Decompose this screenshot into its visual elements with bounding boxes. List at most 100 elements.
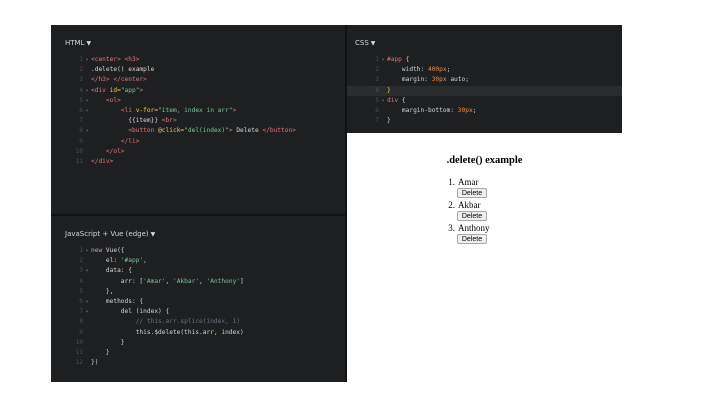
js-pane-title: JavaScript + Vue (edge) bbox=[65, 230, 149, 238]
line-number: 2 bbox=[79, 257, 83, 265]
code-token: this.$delete(this.arr, index) bbox=[91, 328, 244, 336]
code-line[interactable]: 11 </div> bbox=[51, 157, 345, 167]
code-line[interactable]: 8 // this.arr.splice(index, 1) bbox=[51, 317, 345, 327]
code-line[interactable]: 4 ▾ <div id="app"> bbox=[51, 86, 345, 96]
result-heading: .delete() example bbox=[446, 155, 523, 166]
line-number: 1 bbox=[79, 56, 83, 63]
code-line[interactable]: 10 </ol> bbox=[51, 147, 345, 157]
code-token: <center> bbox=[91, 56, 121, 63]
code-token: 30px bbox=[457, 106, 473, 114]
code-token: <ol> bbox=[105, 96, 121, 104]
line-number: 9 bbox=[79, 137, 83, 145]
delete-button[interactable]: Delete bbox=[457, 188, 487, 198]
fold-arrow-icon[interactable]: ▾ bbox=[83, 297, 91, 307]
code-line[interactable]: 5 ▾ div { bbox=[347, 96, 622, 106]
code-token: 'Anthony' bbox=[206, 277, 241, 285]
js-code-editor[interactable]: 1 ▾ new Vue({2 el: '#app', 3 ▾ data: {4 arr:… bbox=[51, 246, 345, 382]
line-number: 12 bbox=[75, 359, 83, 367]
code-token: el: bbox=[91, 257, 121, 265]
code-line[interactable]: 10 } bbox=[51, 338, 345, 348]
line-number: 3 bbox=[79, 76, 83, 84]
code-line[interactable]: 3 ▾ data: { bbox=[51, 266, 345, 276]
list-item-number: 3. bbox=[448, 223, 455, 233]
fold-arrow-icon[interactable]: ▾ bbox=[83, 266, 91, 276]
fold-arrow-icon[interactable]: ▾ bbox=[379, 55, 387, 65]
code-line[interactable]: 2 .delete() example bbox=[51, 65, 345, 75]
code-line[interactable]: 7} bbox=[347, 116, 622, 126]
code-token: , bbox=[199, 277, 207, 285]
fold-arrow-icon[interactable]: ▾ bbox=[83, 86, 91, 96]
code-line[interactable]: 8 ▾ <button @click="del(index)"> Delete <… bbox=[51, 126, 345, 136]
delete-button[interactable]: Delete bbox=[457, 211, 487, 221]
code-line[interactable]: 5 ▾ <ol> bbox=[51, 96, 345, 106]
line-number: 2 bbox=[79, 66, 83, 74]
code-line[interactable]: 6 ▾ <li v-for="item, index in arr"> bbox=[51, 106, 345, 116]
line-number: 4 bbox=[375, 86, 379, 94]
line-number: 3 bbox=[375, 76, 379, 84]
code-token: > bbox=[232, 106, 237, 114]
code-token: } bbox=[387, 86, 391, 94]
line-number: 10 bbox=[75, 338, 83, 346]
code-line[interactable]: 12}) bbox=[51, 358, 345, 368]
code-line[interactable]: 2 width: 400px; bbox=[347, 65, 622, 75]
horizontal-resize-handle[interactable] bbox=[51, 214, 345, 216]
code-token: '#app' bbox=[120, 257, 144, 265]
code-line[interactable]: 7 {{item}} <br> bbox=[51, 116, 345, 126]
fold-arrow-icon[interactable]: ▾ bbox=[83, 246, 91, 256]
code-line[interactable]: 11 } bbox=[51, 348, 345, 358]
code-line[interactable]: 7 ▾ del (index) { bbox=[51, 307, 345, 317]
code-token: , bbox=[143, 257, 147, 265]
code-token: margin: bbox=[387, 76, 432, 84]
code-token: } bbox=[91, 338, 125, 346]
css-pane[interactable]: CSS ▼ 1 ▾ #app {2 width: 400px; 3 margin: 30… bbox=[347, 25, 622, 133]
fold-arrow-icon[interactable]: ▾ bbox=[83, 55, 91, 65]
code-line[interactable]: 3 </h3> </center> bbox=[51, 75, 345, 85]
list-item-name: Anthony bbox=[458, 223, 490, 233]
code-line[interactable]: 9 this.$delete(this.arr, index) bbox=[51, 328, 345, 338]
fold-arrow-icon[interactable]: ▾ bbox=[83, 96, 91, 106]
html-code-editor[interactable]: 1 ▾ <center> <h3> 2 .delete() example 3 </h3> … bbox=[51, 55, 345, 214]
js-pane[interactable]: JavaScript + Vue (edge) ▼ 1 ▾ new Vue({2 el… bbox=[51, 216, 345, 382]
result-list: 1. Amar Delete 2. Akbar Delete 3. Anthony D… bbox=[443, 177, 490, 246]
code-line[interactable]: 4} bbox=[347, 85, 622, 96]
fold-arrow-icon[interactable]: ▾ bbox=[379, 96, 387, 106]
code-line[interactable]: 6 margin-bottom: 30px; bbox=[347, 106, 622, 116]
code-line[interactable]: 9 </li> bbox=[51, 137, 345, 147]
delete-button[interactable]: Delete bbox=[457, 234, 487, 244]
code-line[interactable]: 3 margin: 30px auto; bbox=[347, 75, 622, 85]
fold-arrow-icon[interactable]: ▾ bbox=[83, 307, 91, 317]
line-number: 3 bbox=[79, 267, 83, 275]
code-line[interactable]: 2 el: '#app', bbox=[51, 256, 345, 266]
code-token: #app bbox=[387, 56, 406, 63]
code-token: </h3> bbox=[91, 76, 110, 84]
chevron-down-icon[interactable]: ▼ bbox=[86, 40, 91, 47]
line-number: 6 bbox=[79, 106, 83, 114]
chevron-down-icon[interactable]: ▼ bbox=[151, 231, 156, 238]
codepen-editor: HTML ▼ 1 ▾ <center> <h3> 2 .delete() example 3… bbox=[51, 25, 622, 382]
chevron-down-icon[interactable]: ▼ bbox=[371, 40, 376, 47]
code-token: id= bbox=[109, 86, 121, 94]
code-line[interactable]: 4 arr: ['Amar', 'Akbar', 'Anthony'] bbox=[51, 277, 345, 287]
code-token: </ol> bbox=[105, 147, 125, 155]
list-item-number: 1. bbox=[448, 177, 455, 187]
css-code-editor[interactable]: 1 ▾ #app {2 width: 400px; 3 margin: 30px au… bbox=[347, 55, 622, 133]
line-number: 4 bbox=[79, 86, 83, 94]
fold-arrow-icon[interactable]: ▾ bbox=[83, 106, 91, 116]
code-line[interactable]: 6 ▾ methods: { bbox=[51, 297, 345, 307]
code-token: new bbox=[91, 247, 106, 254]
code-token: { bbox=[405, 56, 410, 63]
code-token: </li> bbox=[120, 137, 140, 145]
code-line[interactable]: 1 ▾ <center> <h3> bbox=[51, 55, 345, 65]
code-line[interactable]: 1 ▾ #app { bbox=[347, 55, 622, 65]
html-pane[interactable]: HTML ▼ 1 ▾ <center> <h3> 2 .delete() example 3… bbox=[51, 25, 345, 214]
code-token: 30px bbox=[431, 76, 447, 84]
line-number: 7 bbox=[79, 117, 83, 125]
code-line[interactable]: 5 }, bbox=[51, 287, 345, 297]
code-token: @click= bbox=[158, 127, 185, 135]
code-line[interactable]: 1 ▾ new Vue({ bbox=[51, 246, 345, 256]
code-token: <button bbox=[128, 127, 159, 135]
fold-arrow-icon[interactable]: ▾ bbox=[83, 126, 91, 136]
